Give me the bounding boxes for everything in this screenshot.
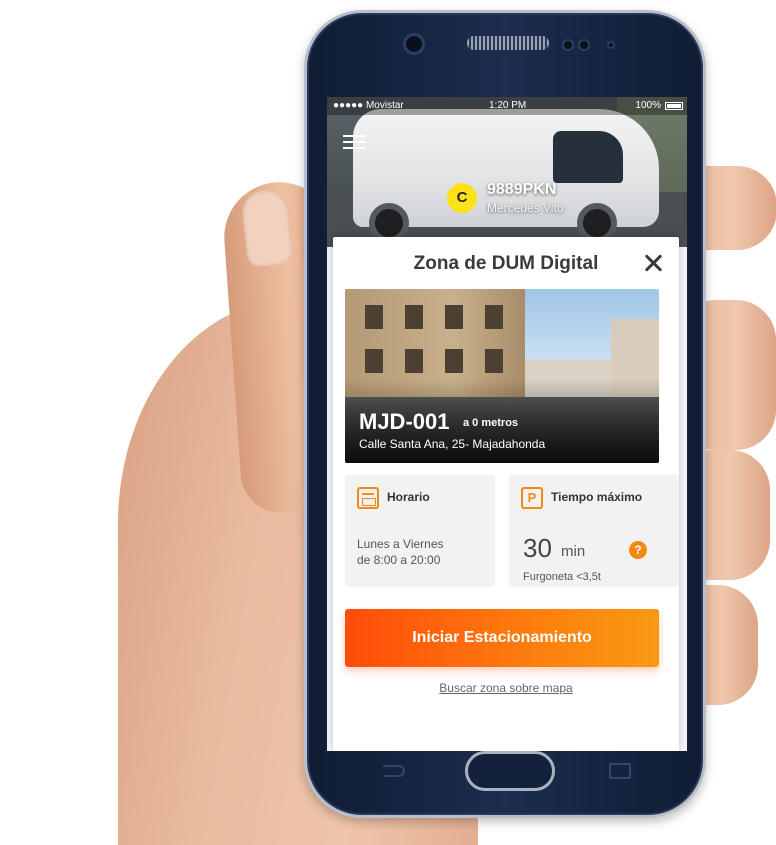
max-time-unit: min — [561, 543, 586, 560]
carrier-label: ●●●●● Movistar — [333, 100, 404, 111]
modal-title: Zona de DUM Digital — [413, 253, 599, 274]
start-parking-button[interactable]: Iniciar Estacionamiento — [345, 609, 659, 667]
search-map-link[interactable]: Buscar zona sobre mapa — [333, 681, 679, 695]
sensor-icon — [562, 39, 574, 51]
clock: 1:20 PM — [489, 100, 527, 111]
sensor-icon — [578, 39, 590, 51]
max-time-value: 30 — [523, 533, 552, 563]
zone-modal: Zona de DUM Digital MJD-001 a 0 metros C… — [333, 237, 679, 751]
schedule-hours: de 8:00 a 20:00 — [357, 553, 441, 567]
recent-apps-key-icon[interactable] — [609, 763, 631, 779]
smartphone: ●●●●● Movistar 1:20 PM 100% C 9889PKN Me… — [304, 10, 706, 818]
battery-icon — [665, 102, 683, 110]
back-key-icon[interactable] — [383, 765, 405, 777]
schedule-days: Lunes a Viernes — [357, 537, 444, 551]
schedule-card: Horario Lunes a Viernes de 8:00 a 20:00 — [345, 475, 495, 587]
sensor-icon — [607, 41, 615, 49]
zone-code: MJD-001 — [359, 409, 450, 434]
max-time-title: Tiempo máximo — [551, 490, 643, 504]
parking-icon: P — [521, 487, 543, 509]
help-icon[interactable]: ? — [629, 541, 647, 559]
van-window — [553, 131, 623, 183]
close-icon[interactable] — [641, 251, 665, 275]
home-button[interactable] — [465, 751, 555, 791]
front-camera-icon — [403, 33, 425, 55]
zone-address: Calle Santa Ana, 25- Majadahonda — [359, 437, 546, 451]
vehicle-type-label: Furgoneta <3,5t — [523, 571, 601, 583]
vehicle-category-badge: C — [447, 183, 477, 213]
hamburger-menu-icon[interactable] — [343, 133, 365, 151]
zone-street-photo: MJD-001 a 0 metros Calle Santa Ana, 25- … — [345, 289, 659, 463]
max-time-card: P Tiempo máximo 30 min ? Furgoneta <3,5t — [509, 475, 679, 587]
vehicle-header: ●●●●● Movistar 1:20 PM 100% C 9889PKN Me… — [327, 97, 687, 247]
earpiece-speaker — [467, 36, 549, 50]
calendar-icon — [357, 487, 379, 509]
vehicle-plate: 9889PKN — [487, 181, 557, 198]
status-bar: ●●●●● Movistar 1:20 PM 100% — [327, 97, 687, 115]
schedule-title: Horario — [387, 490, 430, 504]
zone-distance: a 0 metros — [463, 417, 519, 429]
vehicle-model: Mercedes Vito — [487, 201, 564, 215]
battery-level: 100% — [635, 100, 661, 111]
app-screen: ●●●●● Movistar 1:20 PM 100% C 9889PKN Me… — [327, 97, 687, 751]
